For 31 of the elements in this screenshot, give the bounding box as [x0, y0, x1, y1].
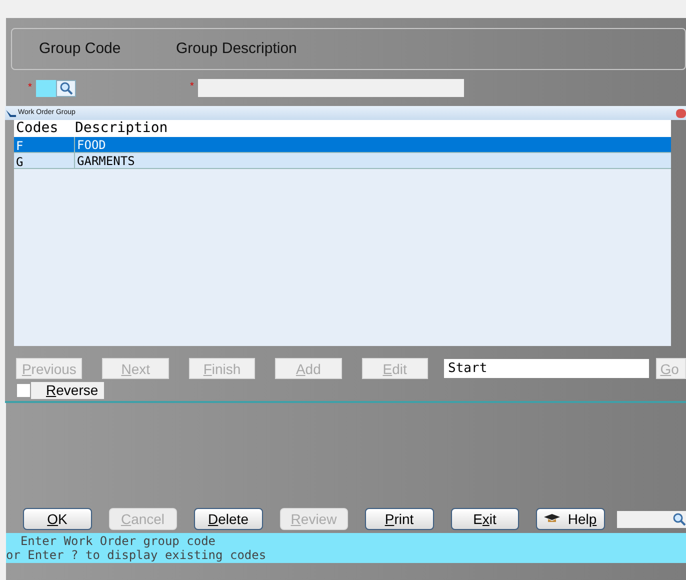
table-row[interactable]: F FOOD: [14, 137, 671, 153]
column-heading: Group Code: [39, 38, 122, 59]
search-icon: [58, 81, 73, 95]
action-button[interactable]: OK: [23, 508, 92, 530]
table-cell: G: [14, 153, 75, 168]
action-button[interactable]: Exit: [450, 508, 519, 530]
table-cell-text: FOOD: [76, 136, 106, 154]
table-row[interactable]: G GARMENTS: [14, 153, 671, 169]
status-text: Enter Work Order group code: [19, 534, 217, 548]
column-heading: Codes: [15, 119, 60, 138]
help-button[interactable]: Help: [536, 508, 604, 530]
description-field[interactable]: [198, 79, 464, 97]
reverse-checkbox[interactable]: [16, 383, 31, 398]
lookup-button[interactable]: [56, 80, 76, 96]
app-icon: [6, 108, 16, 118]
action-button[interactable]: Delete: [194, 508, 262, 530]
column-heading: Group Description: [176, 38, 297, 59]
close-button[interactable]: [676, 108, 686, 118]
search-box[interactable]: [616, 510, 686, 528]
required-mark: *: [28, 80, 32, 94]
search-icon: [672, 512, 686, 526]
reverse-label[interactable]: Reverse: [31, 382, 104, 399]
mortarboard-icon: [544, 514, 560, 524]
required-mark: *: [190, 80, 194, 94]
table-cell-text: GARMENTS: [76, 152, 135, 170]
table-cell: F: [14, 137, 75, 152]
column-heading: Description: [75, 119, 168, 138]
status-text: or Enter ? to display existing codes: [6, 548, 268, 562]
code-field[interactable]: [36, 80, 76, 96]
action-button[interactable]: Print: [365, 508, 434, 530]
start-field[interactable]: Start: [444, 359, 650, 378]
